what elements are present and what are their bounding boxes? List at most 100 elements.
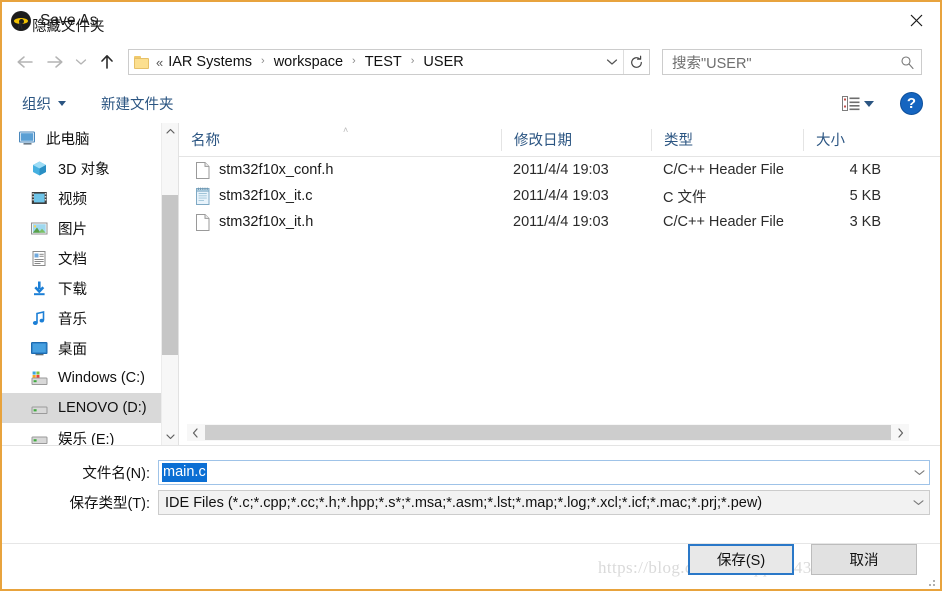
- videos-icon: [31, 191, 47, 204]
- sidebar-item-2[interactable]: 视频: [2, 183, 178, 213]
- sidebar-item-label: 3D 对象: [58, 161, 110, 178]
- up-button[interactable]: [92, 47, 122, 77]
- music-icon: [32, 310, 45, 325]
- breadcrumb-item-3[interactable]: USER: [421, 54, 465, 70]
- chevron-up-icon: [166, 128, 175, 134]
- system-drive-icon: [31, 371, 48, 385]
- column-headers: 名称 修改日期 类型 大小 ˄: [179, 123, 940, 157]
- breadcrumb-dropdown-button[interactable]: [601, 50, 623, 74]
- sidebar-item-4[interactable]: 文档: [2, 243, 178, 273]
- pictures-icon-wrap: [30, 220, 49, 237]
- file-type-cell: C 文件: [663, 189, 707, 206]
- hide-folders-button[interactable]: ∧ 隐藏文件夹: [16, 15, 105, 36]
- sidebar-item-0[interactable]: 此电脑: [2, 123, 178, 153]
- breadcrumb-overflow[interactable]: «: [156, 55, 163, 70]
- new-folder-label: 新建文件夹: [101, 97, 174, 113]
- sidebar-item-6[interactable]: 音乐: [2, 303, 178, 333]
- chevron-left-icon: [192, 427, 198, 438]
- chevron-down-icon: [75, 59, 87, 65]
- arrow-right-icon: [47, 56, 63, 68]
- breadcrumb-separator[interactable]: ›: [352, 55, 356, 67]
- header-file-icon: [196, 213, 210, 231]
- sidebar-item-9[interactable]: LENOVO (D:): [2, 393, 178, 423]
- save-button[interactable]: 保存(S): [688, 544, 794, 575]
- sidebar-item-label: 文档: [58, 251, 87, 268]
- arrow-up-icon: [101, 55, 113, 69]
- table-row[interactable]: stm32f10x_it.c 2011/4/4 19:03 C 文件 5 KB: [179, 183, 940, 209]
- filetype-value: IDE Files (*.c;*.cpp;*.cc;*.h;*.hpp;*.s*…: [165, 494, 763, 511]
- table-row[interactable]: stm32f10x_conf.h 2011/4/4 19:03 C/C++ Head…: [179, 157, 940, 183]
- drive-icon: [31, 436, 48, 444]
- sidebar-scroll-thumb[interactable]: [162, 195, 178, 355]
- filetype-dropdown-button[interactable]: [907, 491, 929, 514]
- sidebar-item-label: 娱乐 (E:): [58, 431, 115, 446]
- search-input[interactable]: 搜索"USER": [672, 52, 752, 73]
- file-list-horizontal-scrollbar[interactable]: [187, 424, 909, 441]
- file-name-cell: stm32f10x_conf.h: [179, 161, 501, 180]
- column-header-date[interactable]: 修改日期: [501, 128, 651, 151]
- hide-folders-label: 隐藏文件夹: [32, 19, 105, 35]
- filetype-select[interactable]: IDE Files (*.c;*.cpp;*.cc;*.h;*.hpp;*.s*…: [158, 490, 930, 515]
- search-box[interactable]: 搜索"USER": [662, 49, 922, 75]
- breadcrumb-item-1[interactable]: workspace: [272, 54, 345, 70]
- view-options-caret-icon[interactable]: [864, 100, 874, 107]
- sidebar-item-3[interactable]: 图片: [2, 213, 178, 243]
- help-button[interactable]: ?: [900, 92, 923, 115]
- hscroll-right-button[interactable]: [892, 424, 909, 441]
- sidebar-item-1[interactable]: 3D 对象: [2, 153, 178, 183]
- sidebar-item-10[interactable]: 娱乐 (E:): [2, 423, 178, 445]
- refresh-button[interactable]: [623, 50, 649, 74]
- file-size-cell: 4 KB: [849, 162, 881, 178]
- chevron-up-icon: ∧: [16, 20, 25, 32]
- filename-label: 文件名(N):: [82, 466, 150, 482]
- breadcrumb-separator[interactable]: ›: [261, 55, 265, 67]
- file-list-pane: 名称 修改日期 类型 大小 ˄ stm32f10x_conf.h 2011/4/4…: [179, 123, 940, 445]
- navigation-pane: 此电脑 3D 对象视频图片文档下载音乐桌面 Windows (C:) LENOVO (…: [2, 123, 178, 445]
- column-header-size[interactable]: 大小: [803, 128, 903, 151]
- documents-icon-wrap: [30, 250, 49, 267]
- sidebar-item-5[interactable]: 下载: [2, 273, 178, 303]
- sidebar-item-label: 视频: [58, 191, 87, 208]
- file-date-cell: 2011/4/4 19:03: [513, 214, 609, 230]
- breadcrumb[interactable]: « IAR Systems › workspace › TEST › USER: [128, 49, 650, 75]
- downloads-icon: [34, 281, 45, 295]
- sidebar-item-7[interactable]: 桌面: [2, 333, 178, 363]
- file-rows: stm32f10x_conf.h 2011/4/4 19:03 C/C++ Head…: [179, 157, 940, 235]
- filetype-row: 保存类型(T): IDE Files (*.c;*.cpp;*.cc;*.h;*…: [2, 490, 930, 515]
- sidebar-scroll-down-button[interactable]: [162, 428, 178, 445]
- breadcrumb-separator[interactable]: ›: [411, 55, 415, 67]
- sidebar-scroll-up-button[interactable]: [162, 123, 178, 140]
- column-header-name[interactable]: 名称: [179, 129, 501, 151]
- organize-button[interactable]: 组织: [22, 93, 66, 114]
- column-header-type[interactable]: 类型: [651, 128, 803, 151]
- drive-icon: [31, 406, 48, 414]
- downloads-icon-wrap: [30, 280, 49, 297]
- sidebar-item-8[interactable]: Windows (C:): [2, 363, 178, 393]
- file-name-label: stm32f10x_it.h: [219, 214, 314, 230]
- forward-button[interactable]: [40, 47, 70, 77]
- back-button[interactable]: [10, 47, 40, 77]
- sidebar-item-label: Windows (C:): [58, 370, 146, 386]
- breadcrumb-item-0[interactable]: IAR Systems: [166, 54, 254, 70]
- close-button[interactable]: [893, 2, 940, 38]
- new-folder-button[interactable]: 新建文件夹: [101, 93, 174, 114]
- recent-locations-button[interactable]: [70, 47, 92, 77]
- sidebar-item-label: 音乐: [58, 311, 87, 328]
- filename-input[interactable]: main.c: [158, 460, 930, 485]
- sidebar-scrollbar[interactable]: [161, 123, 178, 445]
- sort-indicator-icon: ˄: [343, 125, 349, 135]
- header-file-icon-wrap: [195, 161, 211, 180]
- breadcrumb-item-2[interactable]: TEST: [363, 54, 404, 70]
- form-area: 文件名(N): main.c 保存类型(T): IDE Files (*.c;*…: [2, 445, 940, 544]
- hscroll-left-button[interactable]: [187, 424, 204, 441]
- resize-grip[interactable]: [925, 575, 937, 587]
- file-name-cell: stm32f10x_it.h: [179, 213, 501, 232]
- filename-dropdown-button[interactable]: [909, 461, 929, 484]
- header-file-icon: [196, 161, 210, 179]
- file-date-cell: 2011/4/4 19:03: [513, 162, 609, 178]
- file-size-cell: 5 KB: [849, 188, 881, 204]
- table-row[interactable]: stm32f10x_it.h 2011/4/4 19:03 C/C++ Header…: [179, 209, 940, 235]
- cancel-button[interactable]: 取消: [811, 544, 917, 575]
- hscroll-thumb[interactable]: [205, 425, 891, 440]
- list-view-icon[interactable]: [842, 96, 860, 111]
